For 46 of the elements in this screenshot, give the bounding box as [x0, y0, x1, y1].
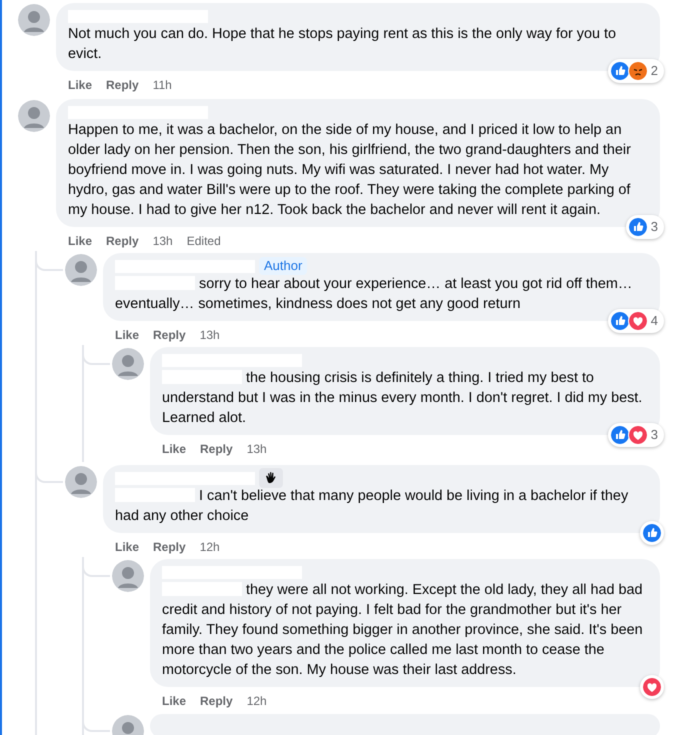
comment-text: the housing crisis is definitely a thing. I tried my best to understand but I was in the minus every month. I don't regret. I did my best. Learned alot.	[162, 370, 642, 426]
reply-link[interactable]: Reply	[200, 442, 233, 456]
heart-icon	[642, 677, 662, 697]
reply-link[interactable]: Reply	[106, 78, 139, 92]
like-link[interactable]: Like	[68, 78, 92, 92]
edited-label: Edited	[186, 234, 221, 248]
like-link[interactable]: Like	[115, 540, 140, 554]
heart-icon	[628, 425, 648, 445]
timestamp[interactable]: 13h	[246, 442, 267, 456]
comment-text: sorry to hear about your experience… at least you got rid off them… eventually… sometimes, kindness does not get any good return	[115, 276, 632, 312]
avatar[interactable]	[112, 560, 144, 592]
thumbs-up-icon	[642, 523, 662, 543]
reaction-summary[interactable]	[640, 521, 664, 545]
thumbs-up-icon	[610, 61, 630, 81]
thumbs-up-icon	[610, 425, 630, 445]
reaction-summary[interactable]: 3	[626, 215, 664, 239]
reaction-summary[interactable]	[640, 675, 664, 699]
comment-text: they were all not working. Except the old lady, they all had bad credit and history of not paying. I felt bad for the grandmother but it's her family. They found something bigger in another province, she said. It's been more than two years and the police called me last month to cease the motorcycle of the son. My house was their last address.	[162, 582, 643, 678]
avatar[interactable]	[65, 254, 97, 286]
reaction-summary[interactable]: 4	[608, 309, 664, 333]
timestamp[interactable]: 12h	[246, 694, 267, 708]
timestamp[interactable]: 11h	[152, 78, 172, 92]
reply-link[interactable]: Reply	[106, 234, 139, 248]
timestamp[interactable]: 12h	[200, 540, 220, 554]
waving-hand-icon	[259, 468, 283, 488]
reply-link[interactable]: Reply	[153, 540, 186, 554]
author-badge: Author	[259, 257, 308, 275]
reply-link[interactable]: Reply	[153, 328, 186, 342]
reaction-summary[interactable]: 3	[608, 423, 664, 447]
avatar[interactable]	[18, 4, 50, 36]
angry-face-icon	[628, 61, 648, 81]
thumbs-up-icon	[610, 311, 630, 331]
thumbs-up-icon	[628, 217, 648, 237]
reply-link[interactable]: Reply	[200, 694, 233, 708]
avatar[interactable]	[65, 466, 97, 498]
timestamp[interactable]: 13h	[152, 234, 173, 248]
avatar[interactable]	[18, 100, 50, 132]
timestamp[interactable]: 13h	[200, 328, 220, 342]
like-link[interactable]: Like	[162, 694, 186, 708]
like-link[interactable]: Like	[162, 442, 186, 456]
heart-icon	[628, 311, 648, 331]
like-link[interactable]: Like	[115, 328, 140, 342]
comment-text: I can't believe that many people would be living in a bachelor if they had any other choice	[115, 488, 628, 524]
avatar[interactable]	[112, 348, 144, 380]
like-link[interactable]: Like	[68, 234, 92, 248]
reaction-summary[interactable]: 2	[608, 59, 664, 83]
